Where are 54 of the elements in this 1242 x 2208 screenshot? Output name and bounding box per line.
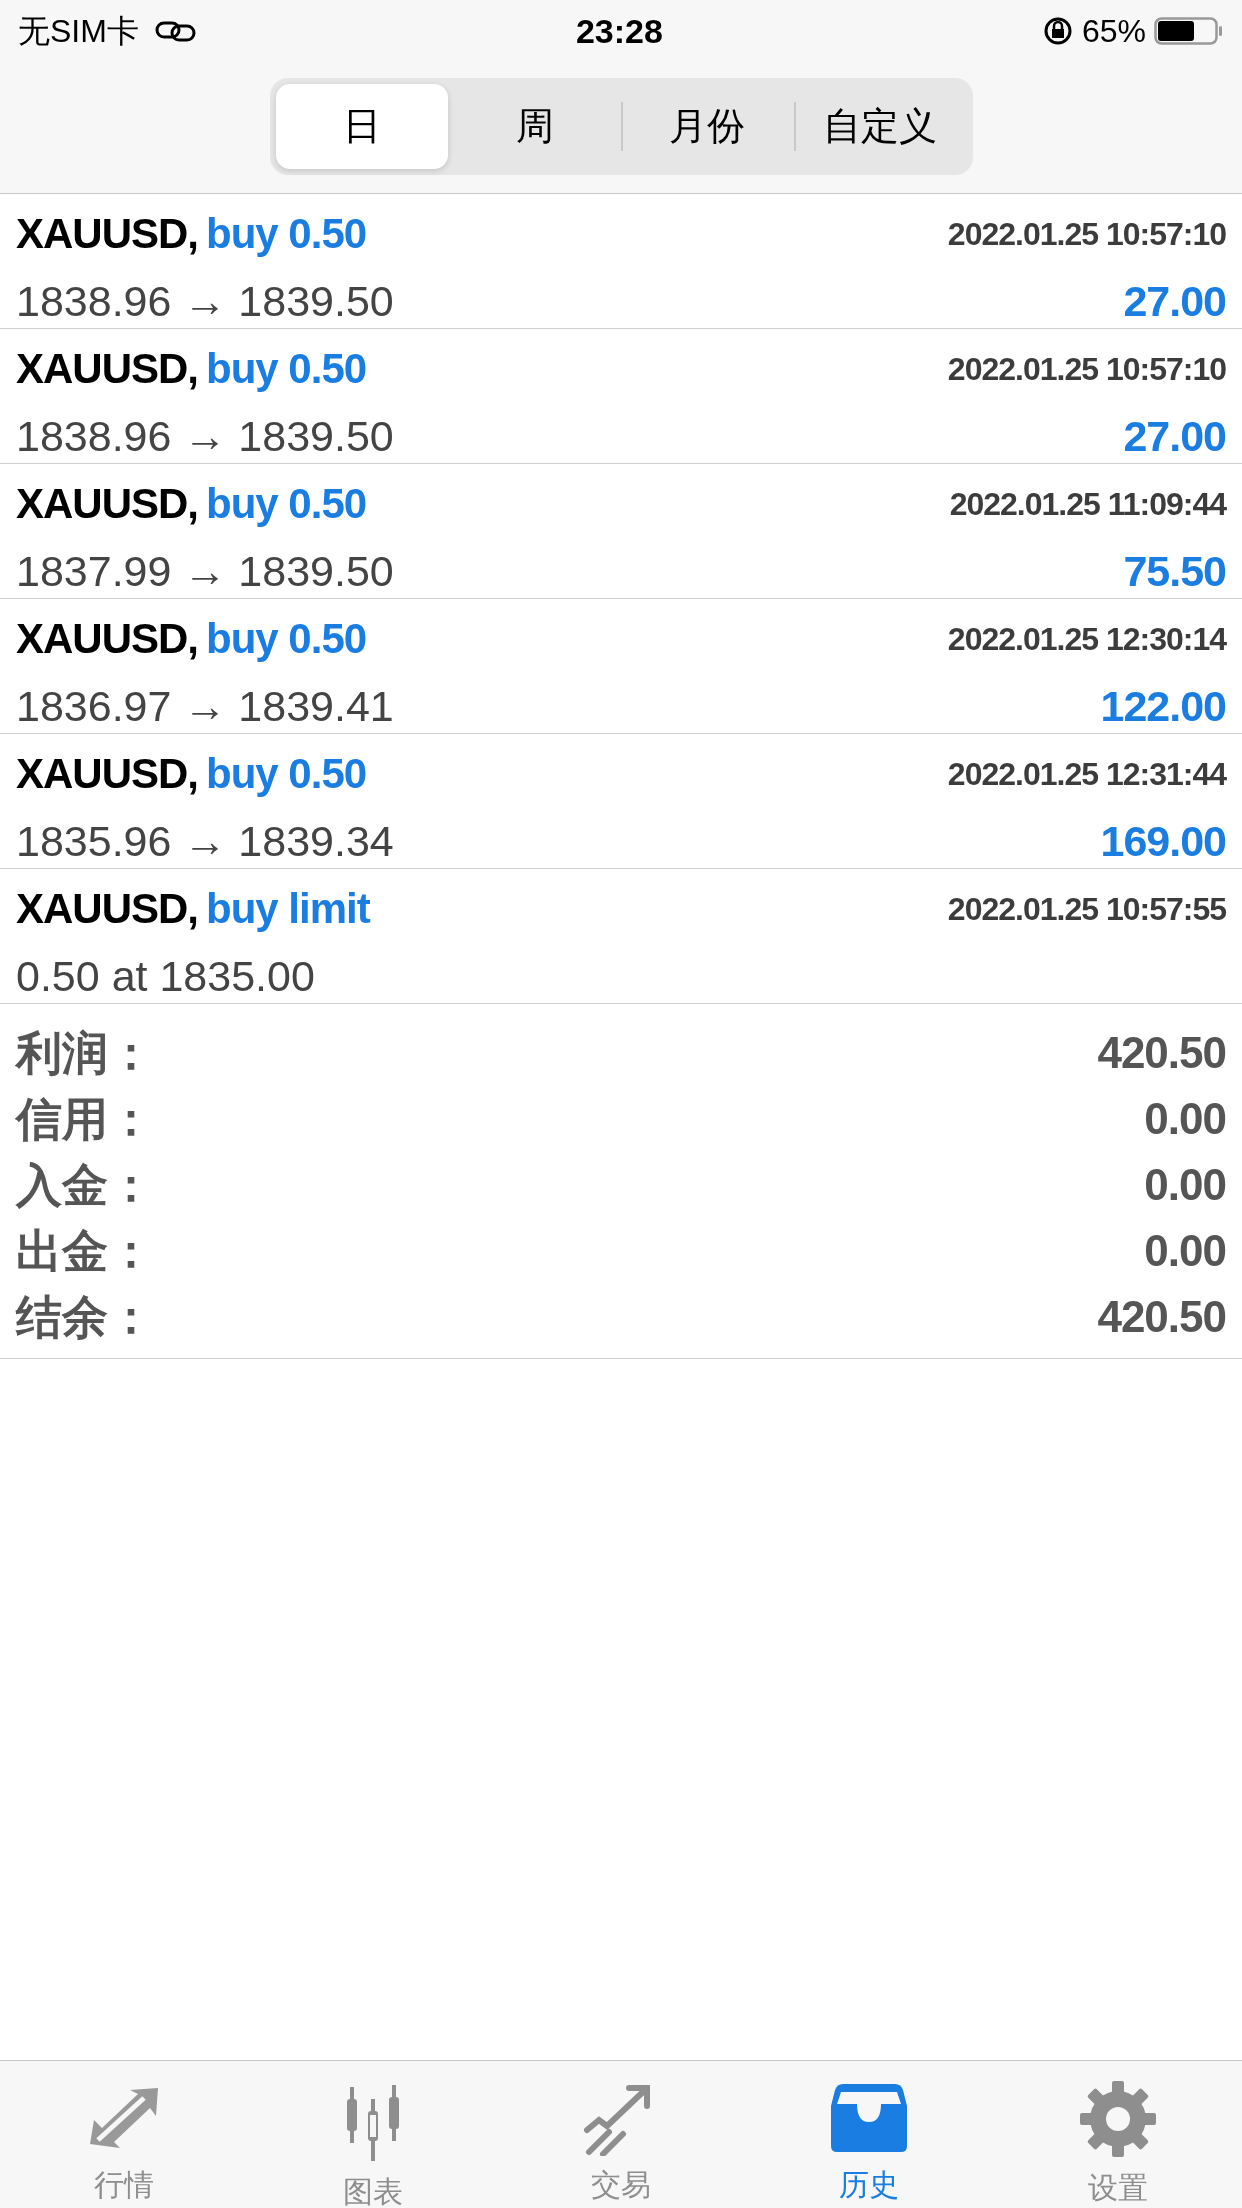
order-type-text: buy limit — [206, 884, 370, 934]
summary-label: 结余： — [16, 1289, 154, 1345]
summary-label: 出金： — [16, 1223, 154, 1279]
price-text: 0.50 at 1835.00 — [16, 951, 315, 1002]
time-text: 2022.01.25 10:57:10 — [947, 349, 1226, 389]
order-type-text: buy 0.50 — [206, 614, 367, 664]
summary-label: 利润： — [16, 1025, 154, 1081]
segment-tab[interactable]: 周 — [448, 84, 621, 169]
profit-text: 27.00 — [1123, 411, 1226, 462]
summary-label: 入金： — [16, 1157, 154, 1213]
tab-bar-item[interactable]: 图表 — [248, 2061, 497, 2208]
price-text: 1835.96 → 1839.34 — [16, 816, 394, 867]
settings-icon — [1077, 2079, 1158, 2159]
summary-value: 0.00 — [1144, 1159, 1226, 1211]
link-icon — [154, 19, 197, 43]
segment-tab[interactable]: 日 — [275, 84, 449, 169]
symbol-text: XAUUSD, — [16, 884, 199, 934]
order-type-text: buy 0.50 — [206, 344, 367, 394]
time-text: 2022.01.25 10:57:55 — [947, 889, 1226, 929]
segment-tab[interactable]: 自定义 — [793, 84, 967, 169]
time-text: 2022.01.25 12:30:14 — [947, 619, 1226, 659]
order-type-text: buy 0.50 — [206, 209, 367, 259]
price-text: 1838.96 → 1839.50 — [16, 276, 394, 327]
time-text: 2022.01.25 12:31:44 — [947, 754, 1226, 794]
summary-value: 420.50 — [1097, 1027, 1226, 1079]
tab-bar-item[interactable]: 交易 — [496, 2061, 746, 2208]
price-text: 1838.96 → 1839.50 — [16, 411, 394, 462]
profit-text: 27.00 — [1123, 276, 1226, 327]
profit-text: 169.00 — [1100, 816, 1226, 867]
time-text: 2022.01.25 11:09:44 — [949, 484, 1226, 524]
summary-label: 信用： — [16, 1091, 154, 1147]
symbol-text: XAUUSD, — [16, 344, 199, 394]
segment-tab[interactable]: 月份 — [621, 84, 794, 169]
summary-value: 0.00 — [1144, 1225, 1226, 1277]
symbol-text: XAUUSD, — [16, 209, 199, 259]
battery-icon — [1154, 15, 1224, 47]
summary-value: 0.00 — [1144, 1093, 1226, 1145]
symbol-text: XAUUSD, — [16, 479, 199, 529]
order-type-text: buy 0.50 — [206, 479, 367, 529]
carrier-text: 无SIM卡 — [18, 12, 139, 51]
tab-bar-item[interactable]: 行情 — [0, 2061, 249, 2208]
price-text: 1836.97 → 1839.41 — [16, 681, 394, 732]
order-type-text: buy 0.50 — [206, 749, 367, 799]
price-text: 1837.99 → 1839.50 — [16, 546, 394, 597]
summary-value: 420.50 — [1097, 1291, 1226, 1343]
battery-percent-text: 65% — [1081, 12, 1146, 51]
symbol-text: XAUUSD, — [16, 749, 199, 799]
clock-text: 23:28 — [575, 10, 663, 52]
tab-bar-item[interactable]: 历史 — [745, 2061, 994, 2208]
symbol-text: XAUUSD, — [16, 614, 199, 664]
tab-bar-item[interactable]: 设置 — [993, 2061, 1242, 2208]
time-text: 2022.01.25 10:57:10 — [947, 214, 1226, 254]
profit-text: 75.50 — [1123, 546, 1226, 597]
profit-text: 122.00 — [1100, 681, 1226, 732]
